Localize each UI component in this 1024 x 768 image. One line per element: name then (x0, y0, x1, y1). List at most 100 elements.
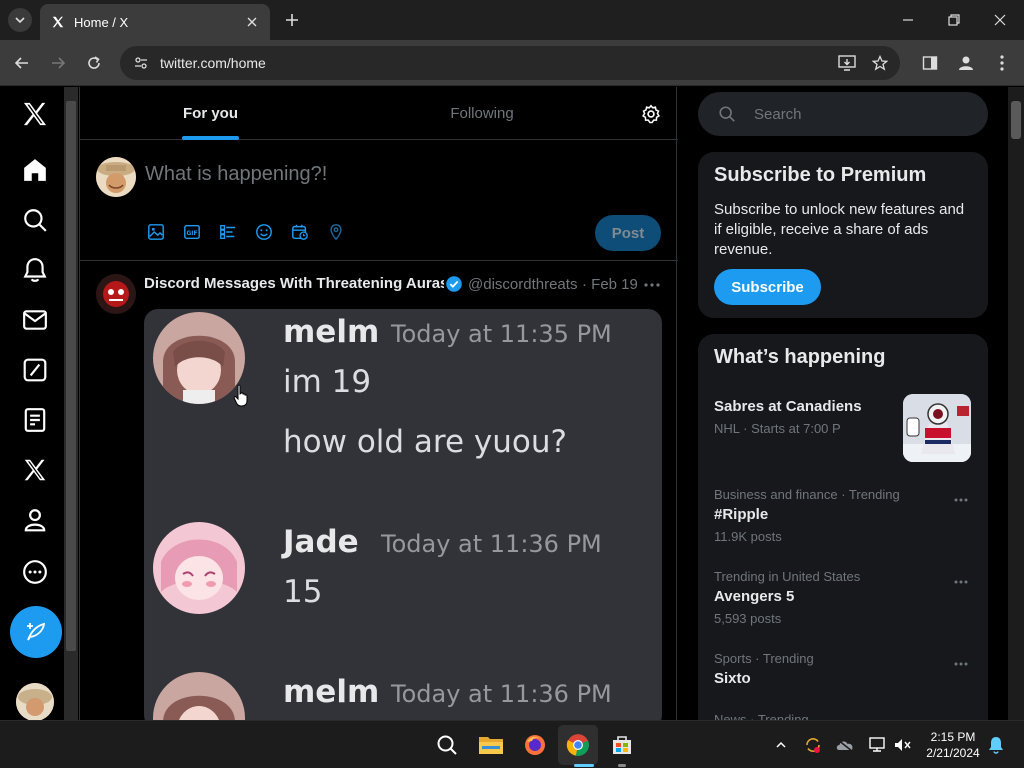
minimize-button[interactable] (898, 10, 918, 30)
trend-more-icon[interactable] (952, 573, 970, 591)
premium-x-icon[interactable] (20, 455, 50, 485)
composer-avatar (96, 157, 136, 197)
trend-title: #Ripple (714, 506, 769, 523)
onedrive-icon[interactable] (835, 735, 855, 755)
explore-icon[interactable] (20, 205, 50, 235)
kebab-menu-icon (1000, 55, 1004, 71)
side-panel-button[interactable] (918, 51, 942, 75)
file-explorer-icon[interactable] (477, 731, 505, 759)
trend-post-count: 5,593 posts (714, 611, 782, 626)
media-icon[interactable] (145, 221, 167, 243)
tab-following[interactable]: Following (341, 87, 623, 140)
post-button[interactable]: Post (595, 215, 661, 251)
timeline-settings-icon[interactable] (640, 103, 662, 125)
plus-icon (286, 14, 298, 26)
tweet-author-name[interactable]: Discord Messages With Threatening Auras (144, 275, 444, 292)
message-line: im 19 (283, 364, 372, 400)
left-scrollbar[interactable] (64, 87, 78, 720)
message-timestamp: Today at 11:36 PM (391, 680, 612, 708)
bookmark-star-icon[interactable] (868, 51, 892, 75)
search-input[interactable]: Search (754, 106, 802, 123)
site-settings-icon[interactable] (132, 54, 150, 72)
trend-item[interactable]: Trending in United States Avengers 5 5,5… (714, 569, 974, 626)
tweet-author-handle[interactable]: @discordthreats (468, 276, 578, 293)
trend-item[interactable]: Business and finance · Trending #Ripple … (714, 487, 974, 544)
restore-button[interactable] (944, 10, 964, 30)
messages-icon[interactable] (20, 305, 50, 335)
x-logo-icon[interactable] (20, 99, 50, 129)
trend-more-icon[interactable] (952, 655, 970, 673)
sync-icon[interactable] (803, 735, 823, 755)
trend-thumbnail-image[interactable] (903, 394, 971, 462)
browser-toolbar: twitter.com/home (0, 40, 1024, 86)
tweet-date[interactable]: · Feb 19 (582, 276, 638, 293)
chrome-icon[interactable] (564, 731, 592, 759)
clock-time: 2:15 PM (930, 730, 976, 744)
home-icon[interactable] (20, 155, 50, 185)
lists-icon[interactable] (20, 405, 50, 435)
notifications-icon[interactable] (20, 255, 50, 285)
tab-search-button[interactable] (8, 8, 32, 32)
forward-button[interactable] (46, 51, 70, 75)
hand-cursor-icon (233, 384, 248, 407)
tweet[interactable]: Discord Messages With Threatening Auras … (80, 262, 678, 720)
premium-card: Subscribe to Premium Subscribe to unlock… (698, 152, 988, 318)
discord-avatar-melm (153, 672, 245, 720)
side-panel-icon (922, 56, 938, 70)
tab-title: Home / X (74, 14, 129, 30)
schedule-icon[interactable] (289, 221, 311, 243)
notification-bell-icon[interactable] (986, 735, 1006, 755)
tweet-media-image[interactable]: melm Today at 11:35 PM im 19 how old are… (144, 309, 662, 720)
subscribe-button[interactable]: Subscribe (714, 269, 821, 305)
whats-happening-card: What’s happening Sabres at Canadiens NHL… (698, 334, 988, 720)
more-icon[interactable] (20, 557, 50, 587)
compose-input[interactable]: What is happening?! (145, 163, 327, 186)
tweet-more-icon[interactable] (643, 276, 661, 294)
grok-icon[interactable] (20, 355, 50, 385)
trend-more-icon[interactable] (952, 491, 970, 509)
profile-button[interactable] (954, 51, 978, 75)
network-icon[interactable] (867, 735, 887, 755)
show-hidden-icons-icon[interactable] (771, 735, 791, 755)
restore-icon (948, 14, 960, 26)
verified-badge-icon (446, 276, 462, 292)
trend-subtitle: NHL · Starts at 7:00 P (714, 421, 841, 436)
system-clock[interactable]: 2:15 PM 2/21/2024 (920, 729, 986, 761)
compose-post-button[interactable] (10, 606, 62, 658)
browser-tab-home[interactable]: Home / X (40, 4, 270, 40)
address-bar[interactable]: twitter.com/home (120, 46, 900, 80)
trend-item[interactable]: News · Trending (714, 712, 974, 720)
url-text[interactable]: twitter.com/home (160, 55, 900, 71)
tweet-author-avatar[interactable] (96, 274, 136, 314)
location-icon[interactable] (325, 221, 347, 243)
search-icon[interactable] (433, 731, 461, 759)
back-button[interactable] (10, 51, 34, 75)
trend-item[interactable]: Sports · Trending Sixto (714, 651, 974, 687)
trend-title: Avengers 5 (714, 588, 795, 605)
right-sidebar: Search Subscribe to Premium Subscribe to… (698, 87, 988, 720)
clock-date: 2/21/2024 (926, 746, 980, 760)
volume-muted-icon[interactable] (892, 735, 912, 755)
reload-button[interactable] (82, 51, 106, 75)
emoji-icon[interactable] (253, 221, 275, 243)
gif-icon[interactable]: GIF (181, 221, 203, 243)
search-box[interactable]: Search (698, 92, 988, 136)
install-app-icon[interactable] (835, 51, 859, 75)
account-avatar[interactable] (16, 683, 54, 720)
tab-for-you[interactable]: For you (80, 87, 341, 140)
scrollbar-thumb[interactable] (66, 101, 76, 651)
firefox-icon[interactable] (521, 731, 549, 759)
new-tab-button[interactable] (282, 10, 302, 30)
x-favicon-icon (50, 14, 66, 30)
whats-happening-title: What’s happening (714, 346, 886, 368)
page-scrollbar[interactable] (1008, 87, 1024, 720)
scrollbar-thumb[interactable] (1011, 101, 1021, 139)
poll-icon[interactable] (217, 221, 239, 243)
discord-avatar-jade (153, 522, 245, 614)
close-window-button[interactable] (990, 10, 1010, 30)
composer-toolbar: GIF (145, 221, 347, 245)
close-tab-icon[interactable] (244, 14, 260, 30)
microsoft-store-icon[interactable] (608, 731, 636, 759)
profile-icon[interactable] (20, 505, 50, 535)
chrome-menu-button[interactable] (990, 51, 1014, 75)
